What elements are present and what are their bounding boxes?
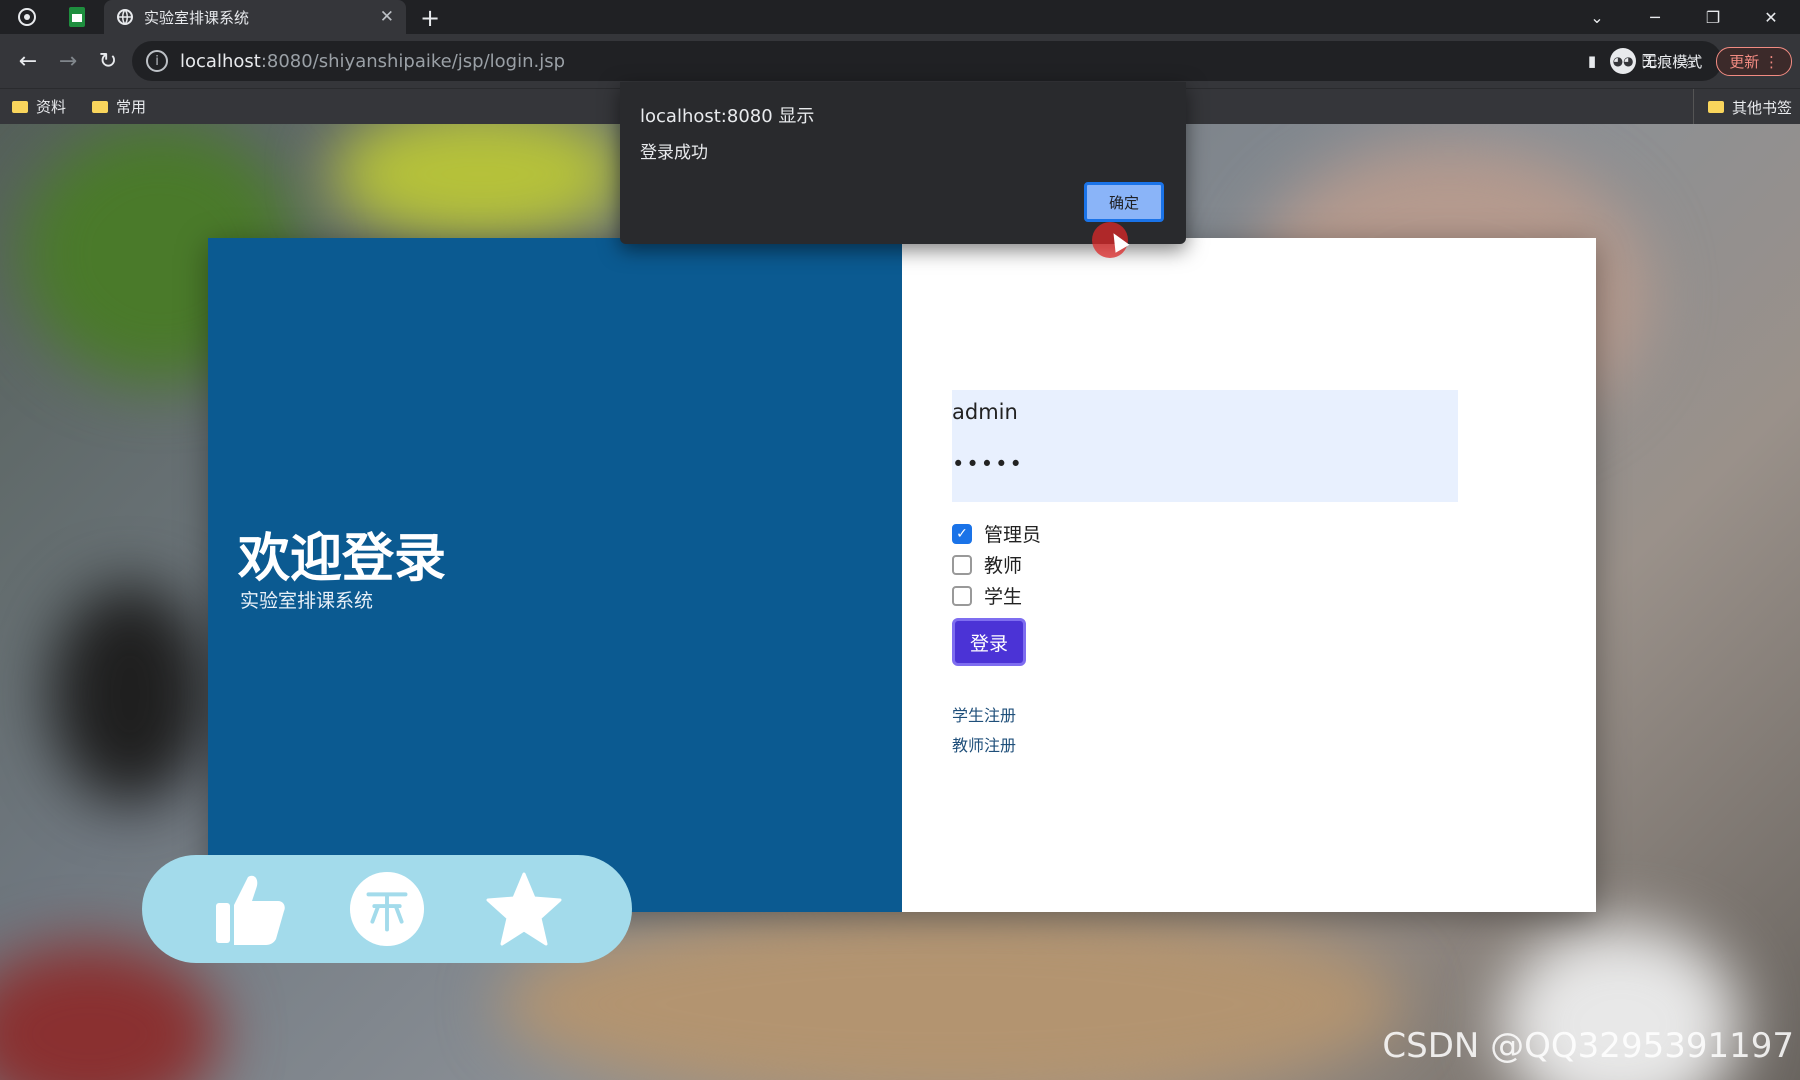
role-label: 学生 [984, 586, 1023, 608]
star-icon[interactable] [486, 871, 562, 947]
folder-icon [12, 100, 28, 113]
role-admin-checkbox[interactable]: ✓ 管理员 [952, 520, 1041, 547]
minimize-button[interactable]: ─ [1626, 8, 1684, 27]
site-info-icon[interactable]: i [146, 50, 168, 72]
tab-title: 实验室排课系统 [144, 8, 250, 27]
credentials-box [952, 390, 1458, 502]
folder-icon [92, 100, 109, 113]
side-panel-icon[interactable]: ▮ [1588, 52, 1596, 70]
role-label: 管理员 [984, 524, 1042, 546]
sheets-tab-icon[interactable] [60, 0, 94, 34]
new-tab-button[interactable]: + [420, 4, 440, 32]
password-input[interactable] [952, 442, 1458, 486]
login-card: 欢迎登录 实验室排课系统 ✓ 管理员 教师 学生 登录 学生注册 教师注册 [208, 238, 1596, 912]
checkbox-unchecked-icon [952, 585, 972, 606]
welcome-panel: 欢迎登录 实验室排课系统 [208, 238, 902, 912]
social-action-bar [142, 855, 632, 963]
background-flowers [330, 124, 630, 244]
username-input[interactable] [952, 390, 1458, 434]
welcome-subtitle: 实验室排课系统 [240, 590, 374, 612]
folder-icon [1707, 101, 1724, 113]
back-icon[interactable]: ← [8, 49, 48, 74]
bookmark-folder-1[interactable]: 资料 [12, 96, 66, 117]
login-button[interactable]: 登录 [952, 618, 1026, 666]
restore-button[interactable]: ❐ [1684, 8, 1742, 27]
checkbox-checked-icon: ✓ [952, 523, 972, 544]
teacher-register-link[interactable]: 教师注册 [952, 732, 1016, 756]
browser-tab-strip: 实验室排课系统 ✕ + ⌄ ─ ❐ ✕ [0, 0, 1800, 34]
update-label: 更新 [1729, 52, 1760, 71]
globe-icon [117, 9, 133, 25]
close-window-button[interactable]: ✕ [1742, 8, 1800, 27]
address-bar[interactable]: i localhost:8080/shiyanshipaike/jsp/logi… [132, 41, 1722, 81]
background-notebook [500, 904, 1400, 1080]
role-student-checkbox[interactable]: 学生 [952, 582, 1022, 609]
coin-icon[interactable] [349, 871, 425, 947]
alert-title: localhost:8080 显示 [640, 106, 815, 127]
thumbs-up-icon[interactable] [212, 871, 288, 947]
update-button[interactable]: 更新 ⋮ [1716, 46, 1792, 76]
alert-ok-button[interactable]: 确定 [1084, 182, 1164, 222]
window-controls: ⌄ ─ ❐ ✕ [1568, 0, 1800, 34]
student-register-link[interactable]: 学生注册 [952, 702, 1016, 726]
bookmark-folder-2[interactable]: 常用 [92, 96, 146, 117]
chrome-menu-icon[interactable] [10, 0, 44, 34]
csdn-watermark: CSDN @QQ3295391197 [1382, 1026, 1794, 1066]
other-bookmarks-label: 其他书签 [1731, 98, 1792, 117]
active-tab[interactable]: 实验室排课系统 ✕ [104, 0, 406, 34]
incognito-indicator[interactable]: ◕◕ 无痕模式 [1610, 48, 1702, 74]
url-path: :8080/shiyanshipaike/jsp/login.jsp [260, 50, 566, 72]
background-red-object [0, 944, 220, 1080]
forward-icon[interactable]: → [48, 49, 88, 74]
reload-icon[interactable]: ↻ [88, 49, 128, 74]
login-form-panel: ✓ 管理员 教师 学生 登录 学生注册 教师注册 [902, 238, 1596, 912]
welcome-title: 欢迎登录 [238, 529, 447, 589]
alert-dialog: localhost:8080 显示 登录成功 确定 [620, 82, 1186, 244]
close-tab-icon[interactable]: ✕ [380, 7, 394, 27]
role-teacher-checkbox[interactable]: 教师 [952, 551, 1022, 578]
bookmark-label: 常用 [116, 98, 147, 116]
background-phone [50, 584, 210, 804]
checkbox-unchecked-icon [952, 554, 972, 575]
role-label: 教师 [984, 555, 1023, 577]
bookmark-label: 资料 [36, 98, 67, 116]
incognito-label: 无痕模式 [1642, 52, 1703, 71]
toolbar: ← → ↻ i localhost:8080/shiyanshipaike/js… [0, 34, 1800, 88]
tab-search-icon[interactable]: ⌄ [1568, 8, 1626, 27]
incognito-icon: ◕◕ [1610, 48, 1637, 74]
other-bookmarks[interactable]: 其他书签 [1692, 89, 1792, 125]
alert-message: 登录成功 [640, 143, 708, 163]
url-host: localhost [180, 50, 261, 72]
